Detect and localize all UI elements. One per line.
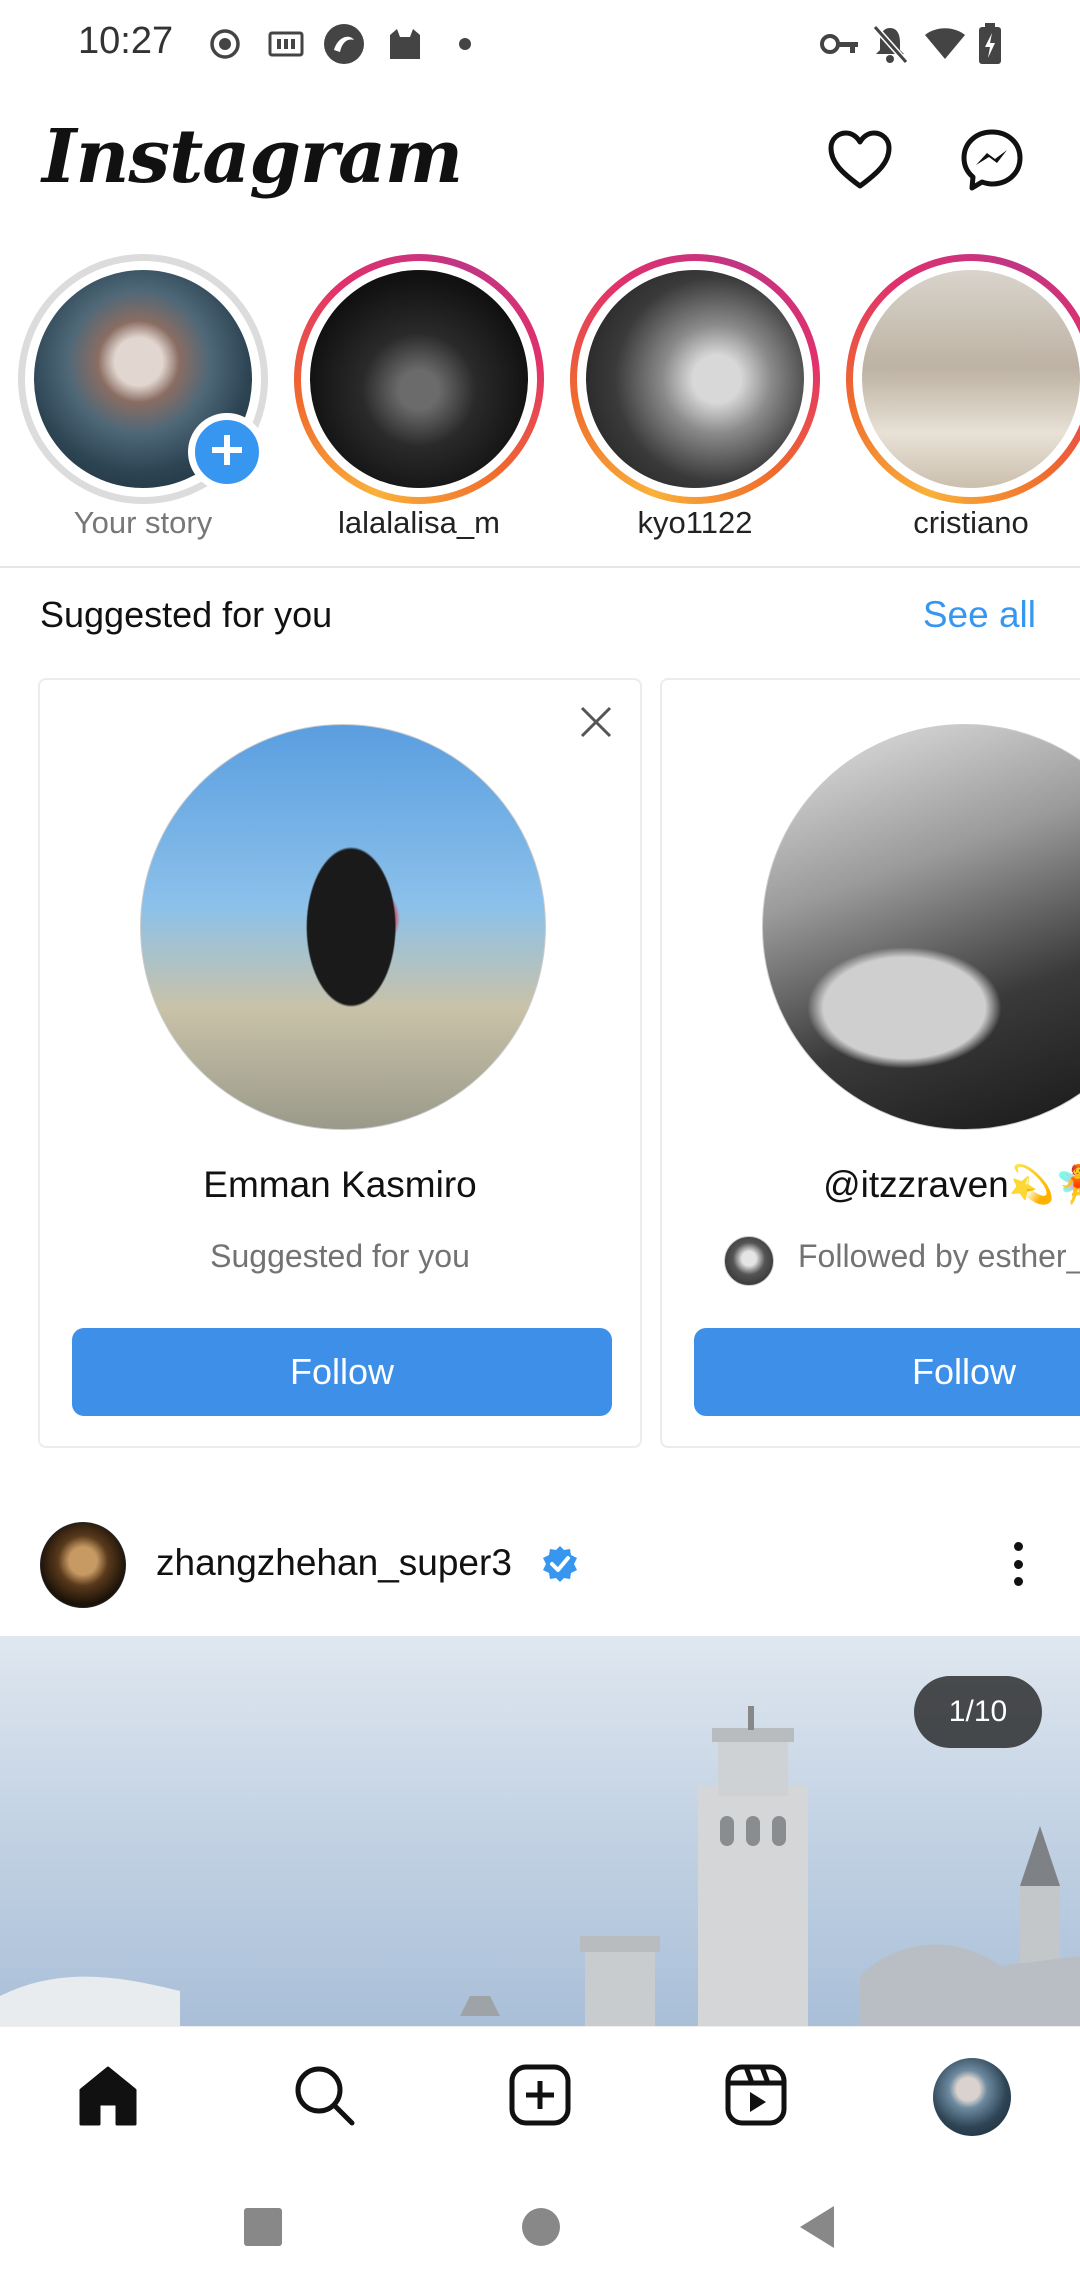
system-navigation-bar	[0, 2172, 1080, 2280]
suggested-carousel: Emman Kasmiro Suggested for you Follow @…	[0, 678, 1080, 1450]
nav-search[interactable]	[284, 2057, 364, 2137]
avatar	[310, 270, 528, 488]
app-header: Instagram	[0, 100, 1080, 230]
notifications-button[interactable]	[820, 122, 900, 202]
iqiyi-icon	[268, 22, 304, 66]
suggested-user-name: @itzzraven💫🧚	[823, 1164, 1080, 1205]
home-icon	[75, 2062, 141, 2133]
story-kyo1122[interactable]: kyo1122	[570, 250, 820, 550]
story-lalalalisa-m[interactable]: lalalalisa_m	[294, 250, 544, 550]
post-author-avatar[interactable]	[40, 1522, 126, 1608]
nav-home[interactable]	[68, 2057, 148, 2137]
home-button[interactable]	[516, 2202, 566, 2252]
post-username[interactable]: zhangzhehan_super3	[156, 1542, 512, 1584]
follow-button[interactable]: Follow	[694, 1328, 1080, 1416]
post-image[interactable]: 1/10	[0, 1636, 1080, 2026]
nav-profile[interactable]	[932, 2057, 1012, 2137]
stories-tray: Your story lalalalisa_m kyo1122 cristian…	[0, 250, 1080, 550]
story-your-story[interactable]: Your story	[18, 250, 268, 550]
messenger-icon	[960, 128, 1024, 197]
mutual-avatar	[724, 1236, 774, 1286]
dot	[1013, 1577, 1023, 1586]
carousel-counter: 1/10	[914, 1676, 1042, 1748]
plus-icon	[208, 431, 246, 474]
divider	[0, 566, 1080, 568]
post-header: zhangzhehan_super3	[0, 1510, 1080, 1620]
story-ring	[570, 254, 820, 504]
battery-charging-icon	[978, 22, 1002, 66]
messenger-button[interactable]	[952, 122, 1032, 202]
suggested-user-reason: Suggested for you	[210, 1238, 470, 1274]
followed-by-text: Followed by esther_	[798, 1238, 1080, 1274]
record-icon	[208, 22, 242, 66]
create-icon	[508, 2063, 572, 2132]
bottom-navigation	[0, 2026, 1080, 2172]
profile-photo[interactable]	[140, 724, 546, 1130]
heart-icon	[827, 130, 893, 195]
cat-icon	[386, 22, 424, 66]
suggestion-card[interactable]: Emman Kasmiro Suggested for you Follow	[38, 678, 642, 1448]
status-time: 10:27	[78, 20, 174, 62]
vpn-key-icon	[820, 22, 860, 66]
see-all-link[interactable]: See all	[923, 594, 1036, 636]
story-ring	[294, 254, 544, 504]
verified-badge-icon	[540, 1544, 580, 1584]
avatar	[862, 270, 1080, 488]
story-label: Your story	[73, 505, 213, 540]
suggested-user-name: Emman Kasmiro	[203, 1164, 477, 1205]
nav-create[interactable]	[500, 2057, 580, 2137]
suggested-title: Suggested for you	[40, 594, 333, 635]
story-label: cristiano	[913, 505, 1029, 540]
more-options-button[interactable]	[998, 1534, 1038, 1594]
add-story-button[interactable]	[188, 413, 266, 491]
wifi-icon	[924, 22, 966, 66]
dot-icon	[458, 22, 472, 66]
avatar	[586, 270, 804, 488]
story-ring	[846, 254, 1080, 504]
story-label: kyo1122	[637, 505, 753, 540]
app-icon	[322, 22, 366, 66]
reels-icon	[724, 2063, 788, 2132]
story-cristiano[interactable]: cristiano	[846, 250, 1080, 550]
dot	[1013, 1559, 1023, 1569]
notifications-off-icon	[872, 22, 908, 66]
dot	[1013, 1542, 1023, 1551]
close-icon	[579, 705, 613, 744]
search-icon	[292, 2063, 356, 2132]
story-label: lalalalisa_m	[338, 505, 500, 540]
profile-avatar	[933, 2058, 1011, 2136]
status-bar: 10:27	[0, 0, 1080, 88]
dismiss-button[interactable]	[574, 702, 618, 746]
nav-reels[interactable]	[716, 2057, 796, 2137]
profile-photo[interactable]	[762, 724, 1080, 1130]
back-button[interactable]	[792, 2202, 842, 2252]
recents-button[interactable]	[238, 2202, 288, 2252]
follow-button[interactable]: Follow	[72, 1328, 612, 1416]
instagram-logo[interactable]: Instagram	[42, 114, 463, 200]
suggestion-card[interactable]: @itzzraven💫🧚 Followed by esther_ Follow	[660, 678, 1080, 1448]
